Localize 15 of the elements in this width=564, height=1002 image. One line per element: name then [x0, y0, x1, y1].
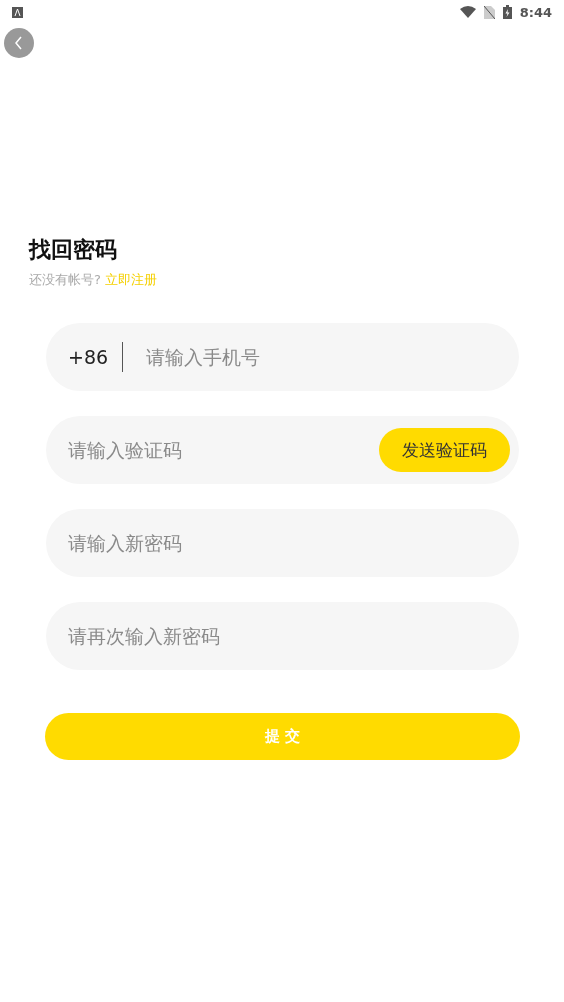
back-icon [13, 36, 25, 50]
password-field[interactable]: 请输入新密码 [46, 509, 519, 577]
back-button[interactable] [4, 28, 34, 58]
page-title: 找回密码 [29, 236, 118, 264]
send-code-button[interactable]: 发送验证码 [379, 428, 510, 472]
password-field[interactable]: 请再次输入新密码 [46, 602, 519, 670]
country-code[interactable]: +86 [68, 342, 124, 372]
no-account-text: 还没有帐号? [29, 271, 101, 289]
status-time: 8:44 [519, 4, 552, 20]
battery-icon [502, 5, 512, 19]
notification-icon [12, 6, 23, 18]
no-sim-icon [483, 5, 495, 19]
code-field[interactable]: 请输入验证码 发送验证码 [46, 416, 519, 484]
phone-field[interactable]: +86 请输入手机号 [46, 323, 519, 391]
wifi-icon [459, 6, 476, 18]
